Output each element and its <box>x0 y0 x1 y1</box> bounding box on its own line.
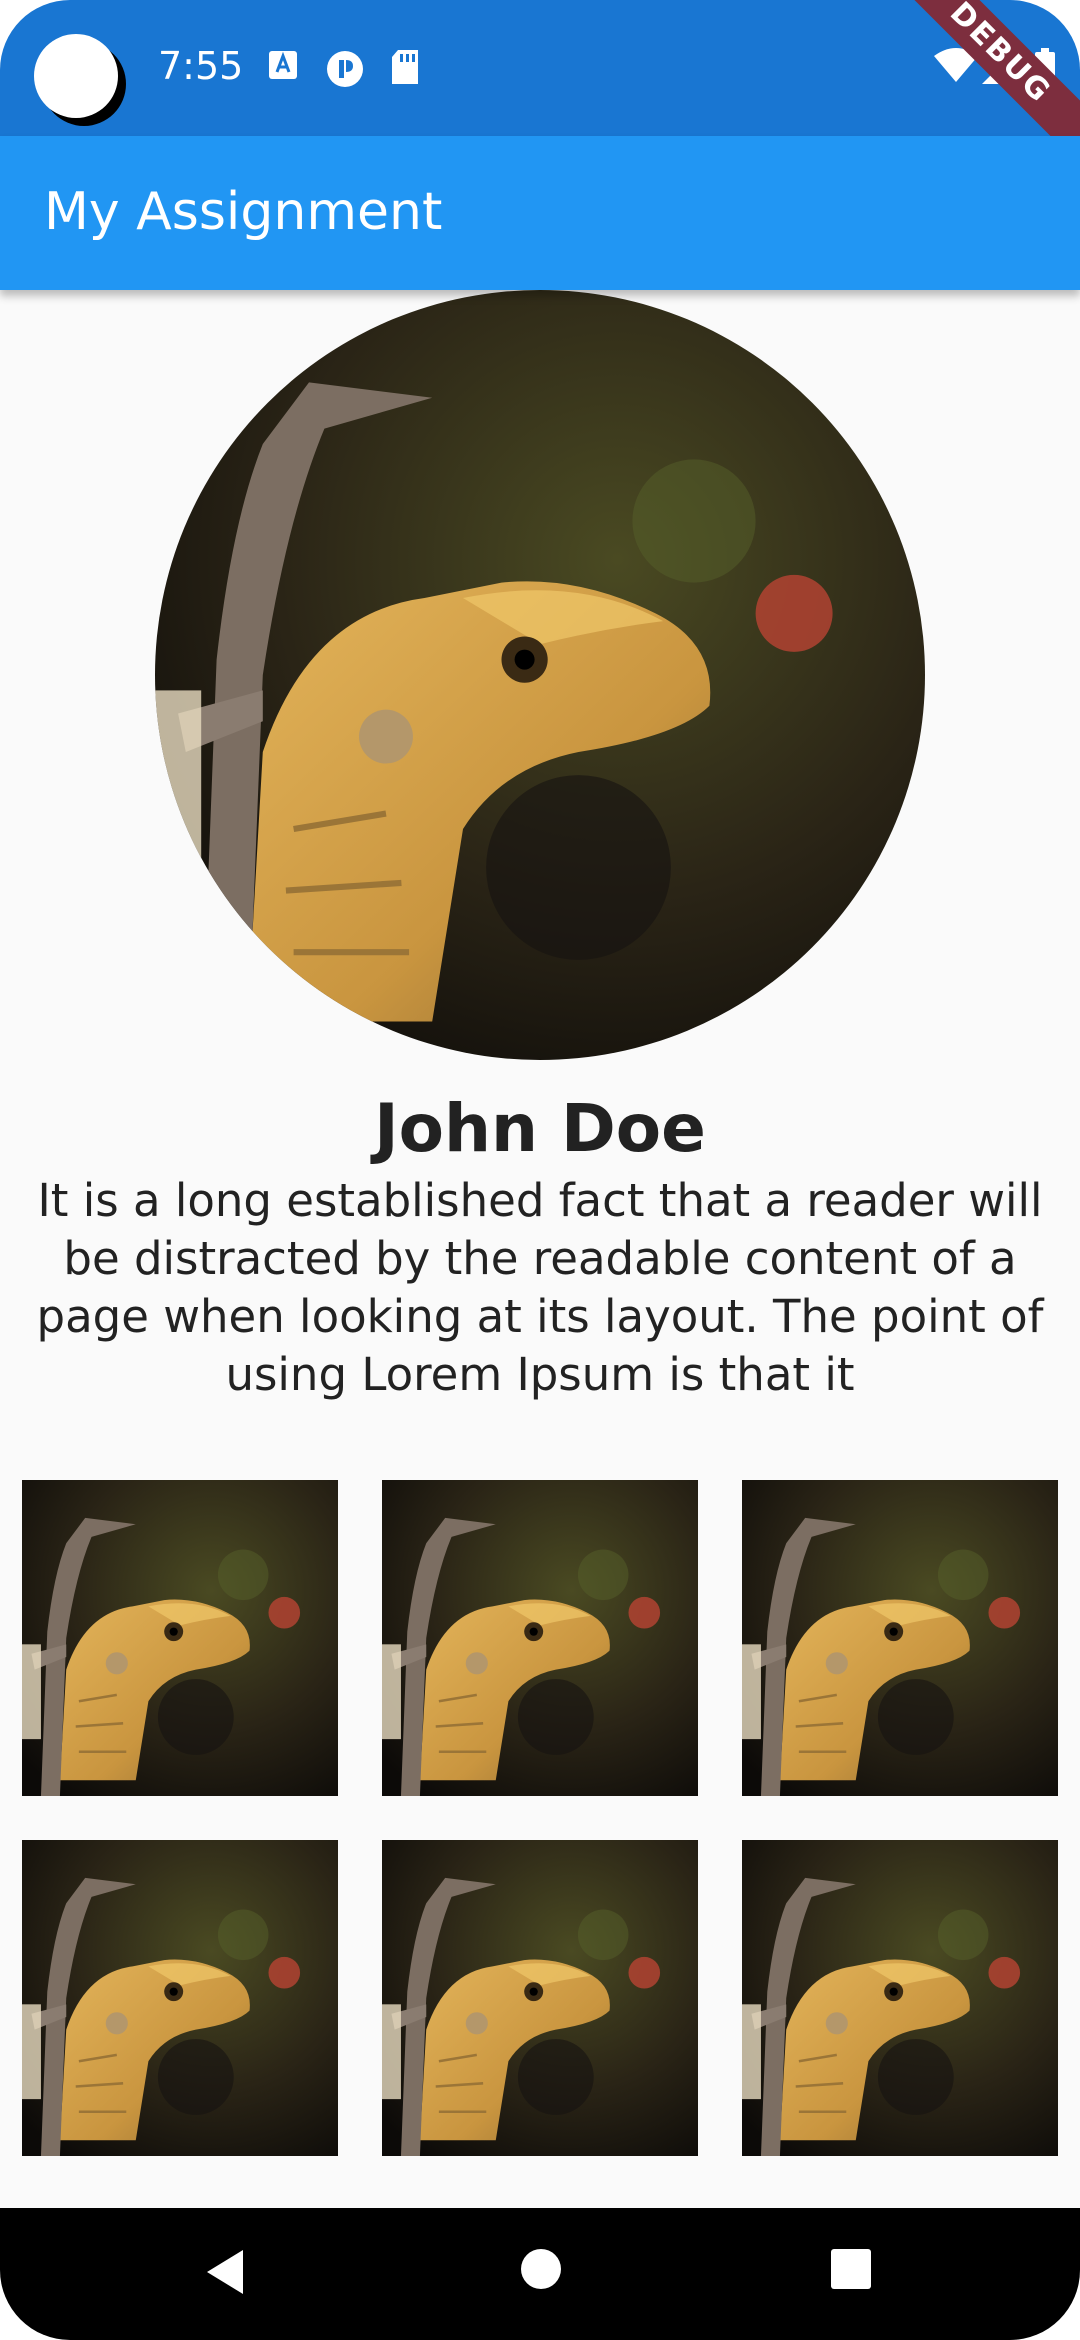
status-bar: 7:55 DEBUG <box>0 0 1080 176</box>
phone-screen: 7:55 DEBUG My Assignment John Doe It is … <box>0 0 1080 2340</box>
gallery-image[interactable] <box>22 1840 338 2156</box>
profile-bio: It is a long established fact that a rea… <box>36 1174 1044 1401</box>
sd-card-icon <box>392 50 418 84</box>
profile-avatar <box>155 290 925 1060</box>
home-icon[interactable] <box>520 2248 562 2290</box>
gallery-image[interactable] <box>742 1840 1058 2156</box>
back-icon[interactable] <box>203 2248 247 2296</box>
info-circle-icon <box>327 51 363 87</box>
camera-cutout <box>34 34 118 118</box>
text-a-icon <box>269 51 297 79</box>
app-bar: My Assignment <box>0 136 1080 290</box>
gallery-image[interactable] <box>382 1840 698 2156</box>
gallery-image[interactable] <box>382 1480 698 1796</box>
app-bar-title: My Assignment <box>44 182 443 242</box>
recents-icon[interactable] <box>830 2248 872 2290</box>
status-time: 7:55 <box>158 44 244 88</box>
system-nav-bar <box>0 2208 1080 2340</box>
profile-name: John Doe <box>374 1090 706 1167</box>
gallery-image[interactable] <box>742 1480 1058 1796</box>
gallery-image[interactable] <box>22 1480 338 1796</box>
